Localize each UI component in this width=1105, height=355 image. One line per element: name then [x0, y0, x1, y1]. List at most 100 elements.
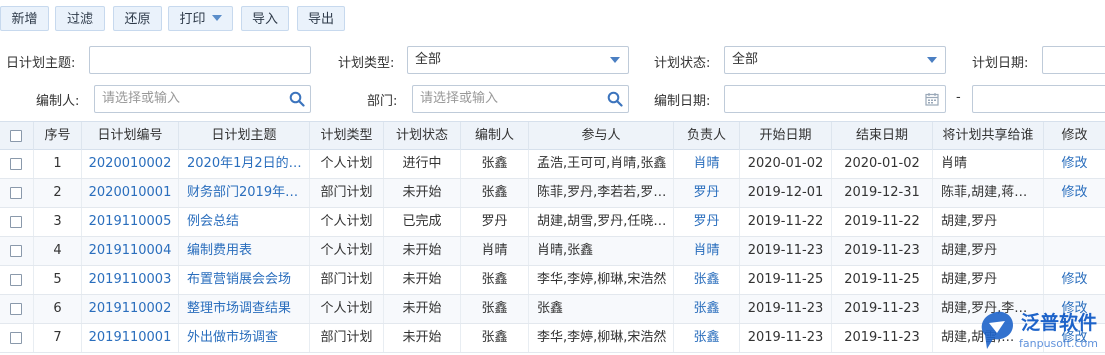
column-header[interactable]: 修改 — [1044, 122, 1105, 150]
cell-status: 已完成 — [384, 208, 461, 236]
column-header[interactable]: 日计划编号 — [82, 122, 179, 150]
row-checkbox[interactable] — [10, 187, 22, 199]
cell-share: 陈菲,胡建,蒋… — [933, 179, 1044, 207]
plan-status-select[interactable]: 全部 — [724, 46, 946, 74]
column-header[interactable]: 序号 — [34, 122, 82, 150]
cell-editor: 张鑫 — [461, 295, 529, 323]
search-icon[interactable] — [607, 91, 623, 107]
owner-link[interactable]: 张鑫 — [674, 266, 740, 294]
owner-link[interactable]: 肖晴 — [674, 237, 740, 265]
plan-topic-link[interactable]: 2020年1月2日的… — [179, 150, 310, 178]
cell-share: 肖晴 — [933, 150, 1044, 178]
plan-topic-link[interactable]: 整理市场调查结果 — [179, 295, 310, 323]
row-checkbox[interactable] — [10, 216, 22, 228]
plan-topic-link[interactable]: 外出做市场调查 — [179, 324, 310, 352]
table-row[interactable]: 1 2020010002 2020年1月2日的… 个人计划 进行中 张鑫 孟浩,王可可,肖晴… — [0, 150, 1105, 179]
edit-date-start-input[interactable] — [724, 85, 946, 113]
cell-start: 2019-11-23 — [740, 237, 832, 265]
calendar-icon[interactable] — [925, 92, 939, 106]
owner-link[interactable]: 张鑫 — [674, 295, 740, 323]
column-header[interactable]: 将计划共享给谁 — [933, 122, 1044, 150]
import-button[interactable]: 导入 — [241, 6, 289, 31]
cell-no: 3 — [34, 208, 82, 236]
cell-no: 4 — [34, 237, 82, 265]
plan-code-link[interactable]: 2020010002 — [82, 150, 179, 178]
cell-type: 部门计划 — [310, 324, 384, 352]
plan-code-link[interactable]: 2019110002 — [82, 295, 179, 323]
cell-status: 未开始 — [384, 295, 461, 323]
row-select-cell — [0, 179, 34, 207]
select-all-checkbox[interactable] — [10, 130, 22, 142]
owner-link[interactable]: 肖晴 — [674, 150, 740, 178]
edit-link[interactable]: 修改 — [1044, 179, 1105, 207]
topic-input[interactable] — [89, 46, 311, 74]
print-button[interactable]: 打印 — [168, 6, 233, 31]
cell-end: 2019-11-23 — [832, 237, 933, 265]
table-row[interactable]: 3 2019110005 例会总结 个人计划 已完成 罗丹 胡建,胡雪,罗丹,任晓… 罗丹 20… — [0, 208, 1105, 237]
plan-type-value: 全部 — [415, 52, 442, 67]
plan-topic-link[interactable]: 例会总结 — [179, 208, 310, 236]
column-header[interactable]: 开始日期 — [740, 122, 832, 150]
watermark-text: 泛普软件 — [1021, 311, 1097, 334]
cell-editor: 张鑫 — [461, 324, 529, 352]
column-header[interactable]: 日计划主题 — [179, 122, 310, 150]
plan-code-link[interactable]: 2019110001 — [82, 324, 179, 352]
column-header[interactable]: 结束日期 — [832, 122, 933, 150]
cell-editor: 张鑫 — [461, 179, 529, 207]
department-input[interactable]: 请选择或输入 — [412, 85, 629, 113]
cell-type: 个人计划 — [310, 150, 384, 178]
editor-input[interactable]: 请选择或输入 — [94, 85, 311, 113]
cell-editor: 张鑫 — [461, 266, 529, 294]
row-checkbox[interactable] — [10, 332, 22, 344]
row-checkbox[interactable] — [10, 274, 22, 286]
owner-link[interactable]: 罗丹 — [674, 179, 740, 207]
row-select-cell — [0, 324, 34, 352]
column-header[interactable]: 计划状态 — [384, 122, 461, 150]
plan-type-select[interactable]: 全部 — [407, 46, 629, 74]
cell-editor: 肖晴 — [461, 237, 529, 265]
table-row[interactable]: 6 2019110002 整理市场调查结果 个人计划 未开始 张鑫 张鑫 张鑫 2019-11-… — [0, 295, 1105, 324]
cell-type: 个人计划 — [310, 237, 384, 265]
column-header[interactable]: 计划类型 — [310, 122, 384, 150]
row-checkbox[interactable] — [10, 158, 22, 170]
fanpusoft-logo: 泛普软件 fanpusoft.com — [981, 311, 1098, 350]
owner-link[interactable]: 罗丹 — [674, 208, 740, 236]
column-header[interactable]: 参与人 — [529, 122, 674, 150]
new-button[interactable]: 新增 — [0, 6, 49, 31]
edit-link[interactable]: 修改 — [1044, 266, 1105, 294]
plan-topic-link[interactable]: 编制费用表 — [179, 237, 310, 265]
plan-topic-link[interactable]: 财务部门2019年… — [179, 179, 310, 207]
owner-link[interactable]: 张鑫 — [674, 324, 740, 352]
reset-button[interactable]: 还原 — [113, 6, 162, 31]
row-select-cell — [0, 295, 34, 323]
plan-date-input[interactable] — [1042, 46, 1105, 74]
cell-end: 2019-11-23 — [832, 324, 933, 352]
edit-date-end-input[interactable] — [972, 85, 1105, 113]
plan-code-link[interactable]: 2019110004 — [82, 237, 179, 265]
cell-start: 2020-01-02 — [740, 150, 832, 178]
cell-participants: 陈菲,罗丹,李若若,罗… — [529, 179, 674, 207]
cell-share: 胡建,罗丹 — [933, 208, 1044, 236]
plan-code-link[interactable]: 2019110003 — [82, 266, 179, 294]
plan-status-value: 全部 — [732, 52, 759, 67]
column-header[interactable]: 编制人 — [461, 122, 529, 150]
cell-no: 1 — [34, 150, 82, 178]
table-row[interactable]: 7 2019110001 外出做市场调查 部门计划 未开始 张鑫 李华,李婷,柳琳,宋浩然张… — [0, 324, 1105, 353]
search-icon[interactable] — [289, 91, 305, 107]
edit-link[interactable]: 修改 — [1044, 150, 1105, 178]
edit-link[interactable] — [1044, 237, 1105, 265]
edit-link[interactable] — [1044, 208, 1105, 236]
cell-start: 2019-11-22 — [740, 208, 832, 236]
export-button[interactable]: 导出 — [297, 6, 345, 31]
plan-code-link[interactable]: 2019110005 — [82, 208, 179, 236]
filter-button[interactable]: 过滤 — [55, 6, 105, 31]
plan-code-link[interactable]: 2020010001 — [82, 179, 179, 207]
plan-topic-link[interactable]: 布置营销展会会场 — [179, 266, 310, 294]
table-row[interactable]: 5 2019110003 布置营销展会会场 部门计划 未开始 张鑫 李华,李婷,柳琳,宋浩然… — [0, 266, 1105, 295]
table-row[interactable]: 2 2020010001 财务部门2019年… 部门计划 未开始 张鑫 陈菲,罗丹,李若若,… — [0, 179, 1105, 208]
table-row[interactable]: 4 2019110004 编制费用表 个人计划 未开始 肖晴 肖晴,张鑫 肖晴 2019-11-… — [0, 237, 1105, 266]
row-checkbox[interactable] — [10, 303, 22, 315]
row-checkbox[interactable] — [10, 245, 22, 257]
column-header[interactable]: 负责人 — [674, 122, 740, 150]
cell-participants: 李华,李婷,柳琳,宋浩然 — [529, 266, 674, 294]
